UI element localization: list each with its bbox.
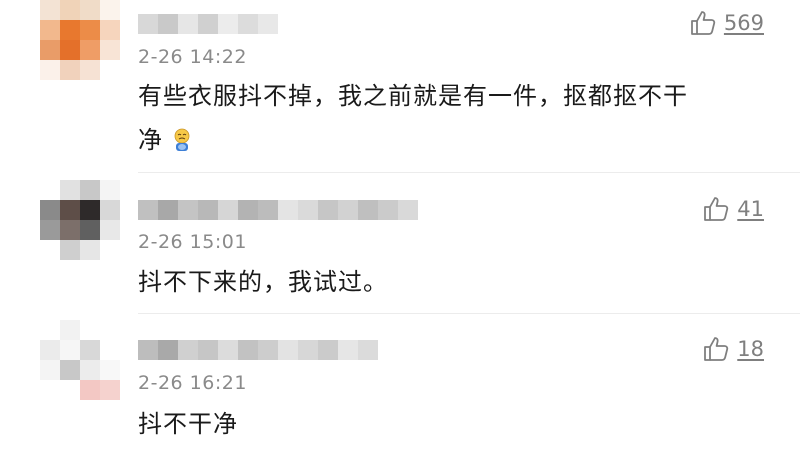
avatar[interactable] bbox=[40, 0, 120, 80]
comment-item: 2-26 14:22 有些衣服抖不掉，我之前就是有一件，抠都抠不干 净 569 bbox=[0, 0, 800, 170]
comment-text-line: 抖不下来的，我试过。 bbox=[138, 268, 388, 296]
comment-time: 2-26 16:21 bbox=[138, 372, 247, 394]
username-blurred[interactable] bbox=[138, 14, 278, 34]
like-button[interactable]: 41 bbox=[703, 196, 764, 222]
avatar[interactable] bbox=[40, 320, 120, 400]
thumbs-up-icon bbox=[691, 11, 716, 35]
comment-text-line: 抖不干净 bbox=[138, 410, 238, 438]
like-count: 18 bbox=[737, 337, 764, 361]
comment-item: 2-26 15:01 抖不下来的，我试过。 41 bbox=[0, 173, 800, 313]
comment-text-line: 净 bbox=[138, 118, 758, 162]
comment-text: 有些衣服抖不掉，我之前就是有一件，抠都抠不干 净 bbox=[138, 74, 758, 162]
like-count: 41 bbox=[737, 197, 764, 221]
comment-text-line-2: 净 bbox=[138, 126, 163, 154]
comment-text-line: 有些衣服抖不掉，我之前就是有一件，抠都抠不干 bbox=[138, 82, 688, 110]
like-count: 569 bbox=[723, 11, 764, 35]
comment-text: 抖不干净 bbox=[138, 402, 758, 446]
comment-time: 2-26 15:01 bbox=[138, 231, 247, 253]
comment-time: 2-26 14:22 bbox=[138, 46, 247, 68]
like-button[interactable]: 18 bbox=[703, 336, 764, 362]
username-blurred[interactable] bbox=[138, 200, 418, 220]
thumbs-up-icon bbox=[704, 197, 729, 221]
comment-text: 抖不下来的，我试过。 bbox=[138, 260, 758, 304]
thumbs-up-icon bbox=[704, 337, 729, 361]
avatar[interactable] bbox=[40, 180, 120, 260]
comment-item: 2-26 16:21 抖不干净 18 bbox=[0, 314, 800, 454]
like-button[interactable]: 569 bbox=[690, 10, 764, 36]
crying-face-emoji bbox=[174, 128, 190, 151]
username-blurred[interactable] bbox=[138, 340, 378, 360]
